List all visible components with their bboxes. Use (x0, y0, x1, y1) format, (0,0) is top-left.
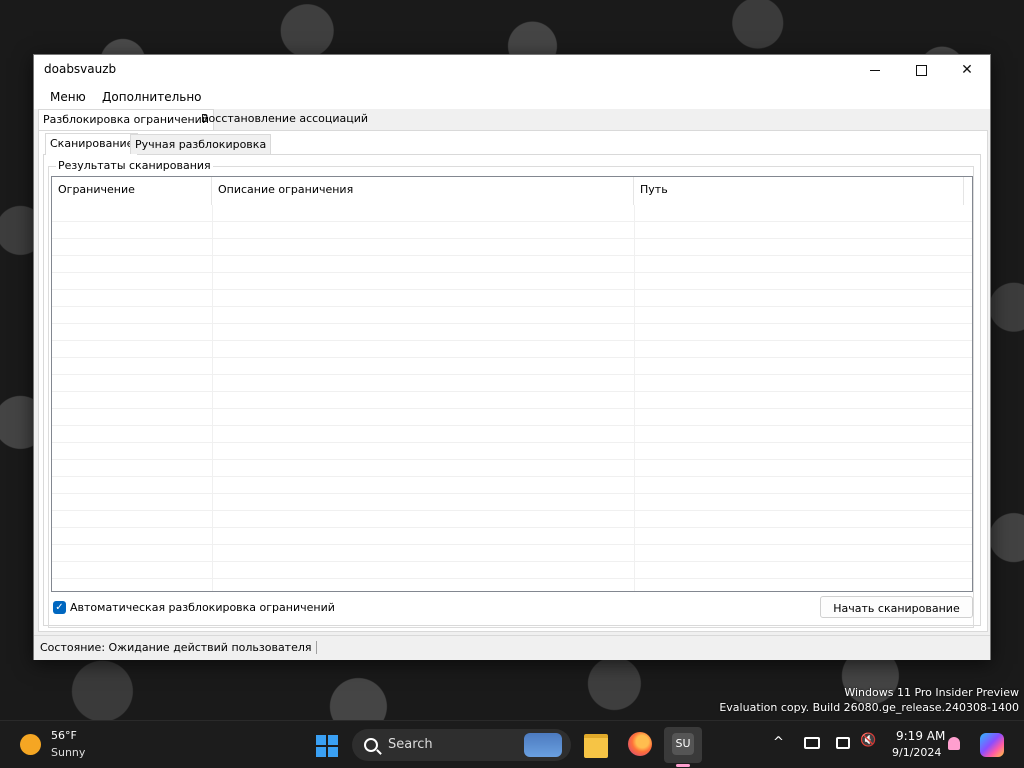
firefox-icon[interactable] (628, 732, 652, 756)
results-list-header: Ограничение Описание ограничения Путь (52, 177, 972, 205)
table-row[interactable] (52, 239, 972, 256)
column-header-description[interactable]: Описание ограничения (212, 177, 634, 205)
display-icon[interactable] (836, 737, 850, 749)
status-text: Состояние: Ожидание действий пользовател… (40, 641, 317, 654)
menu-item-menu[interactable]: Меню (50, 90, 86, 104)
outer-tab-strip: Разблокировка ограничений Восстановление… (34, 109, 990, 132)
auto-unblock-label[interactable]: Автоматическая разблокировка ограничений (70, 601, 335, 614)
menu-item-advanced[interactable]: Дополнительно (102, 90, 202, 104)
table-row[interactable] (52, 273, 972, 290)
weather-temperature[interactable]: 56°F (51, 729, 77, 742)
tab-scanning[interactable]: Сканирование (45, 133, 139, 155)
clock-time[interactable]: 9:19 AM (896, 729, 945, 743)
scan-results-title: Результаты сканирования (56, 159, 213, 172)
table-row[interactable] (52, 392, 972, 409)
table-row[interactable] (52, 494, 972, 511)
table-row[interactable] (52, 511, 972, 528)
table-row[interactable] (52, 205, 972, 222)
status-bar: Состояние: Ожидание действий пользовател… (34, 635, 990, 660)
sun-icon[interactable] (20, 734, 41, 755)
close-icon: ✕ (961, 62, 973, 78)
evaluation-watermark: Windows 11 Pro Insider Preview Evaluatio… (719, 685, 1019, 715)
table-row[interactable] (52, 409, 972, 426)
windows-start-icon[interactable] (316, 735, 338, 757)
watermark-line-1: Windows 11 Pro Insider Preview (844, 686, 1019, 699)
close-button[interactable]: ✕ (944, 55, 990, 85)
table-row[interactable] (52, 222, 972, 239)
results-list[interactable]: Ограничение Описание ограничения Путь (51, 176, 973, 592)
search-highlight-image (524, 733, 562, 757)
table-row[interactable] (52, 341, 972, 358)
chevron-up-icon[interactable]: ^ (773, 735, 784, 750)
table-row[interactable] (52, 307, 972, 324)
table-row[interactable] (52, 477, 972, 494)
table-row[interactable] (52, 562, 972, 579)
tab-manual-unblock[interactable]: Ручная разблокировка (130, 134, 272, 154)
auto-unblock-checkbox[interactable]: ✓ (53, 601, 66, 614)
network-icon[interactable] (804, 737, 820, 749)
file-explorer-icon[interactable] (584, 734, 608, 758)
taskbar-app-su[interactable]: SU (664, 727, 702, 763)
search-label: Search (388, 737, 433, 752)
table-row[interactable] (52, 256, 972, 273)
app-window: doabsvauzb ✕ Меню Дополнительно Разблоки… (33, 54, 991, 660)
table-row[interactable] (52, 426, 972, 443)
minimize-icon (870, 69, 880, 71)
start-scan-button[interactable]: Начать сканирование (820, 596, 973, 618)
taskbar: 56°F Sunny Search SU ^ 🔇 9:19 AM 9/1/202… (0, 720, 1024, 768)
table-row[interactable] (52, 528, 972, 545)
table-row[interactable] (52, 443, 972, 460)
tab-unblock-restrictions[interactable]: Разблокировка ограничений (38, 109, 214, 132)
maximize-icon (915, 64, 927, 76)
table-row[interactable] (52, 324, 972, 341)
copilot-icon[interactable] (980, 733, 1004, 757)
table-row[interactable] (52, 358, 972, 375)
table-row[interactable] (52, 375, 972, 392)
minimize-button[interactable] (852, 55, 898, 85)
maximize-button[interactable] (898, 55, 944, 85)
title-bar[interactable]: doabsvauzb ✕ (34, 55, 990, 85)
weather-condition[interactable]: Sunny (51, 746, 85, 759)
table-row[interactable] (52, 460, 972, 477)
taskbar-search[interactable]: Search (352, 729, 571, 761)
su-app-icon: SU (672, 733, 694, 755)
watermark-line-2: Evaluation copy. Build 26080.ge_release.… (719, 701, 1019, 714)
window-title: doabsvauzb (44, 62, 117, 76)
menu-bar: Меню Дополнительно (34, 85, 990, 109)
tab-restore-associations[interactable]: Восстановление ассоциаций (197, 109, 372, 130)
search-icon (364, 738, 378, 752)
clock-date[interactable]: 9/1/2024 (892, 746, 941, 759)
table-row[interactable] (52, 290, 972, 307)
results-list-body (52, 205, 972, 579)
column-header-restriction[interactable]: Ограничение (52, 177, 212, 205)
column-header-path[interactable]: Путь (634, 177, 964, 205)
active-app-indicator (676, 764, 690, 767)
notification-bell-icon[interactable] (948, 737, 960, 750)
volume-muted-icon[interactable]: 🔇 (860, 733, 876, 748)
table-row[interactable] (52, 545, 972, 562)
